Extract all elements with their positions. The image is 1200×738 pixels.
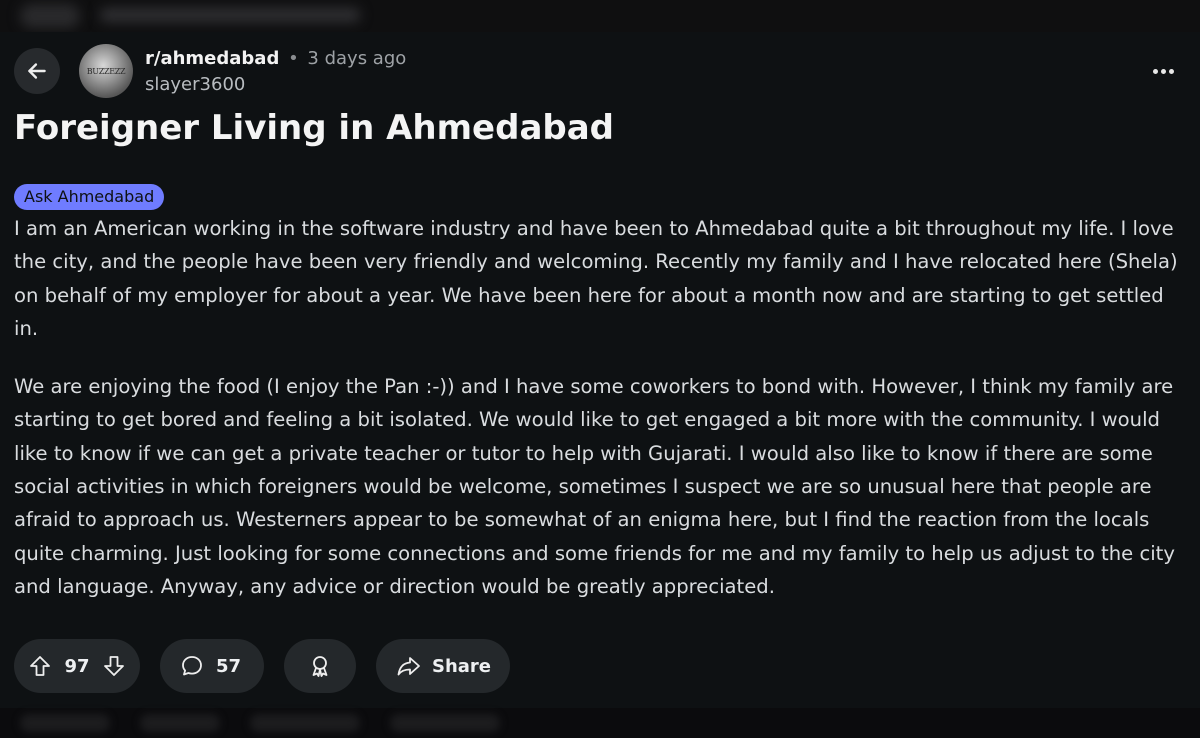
avatar-label: BUZZEZZ [86,66,126,76]
subreddit-link[interactable]: r/ahmedabad [145,48,279,69]
more-options-button[interactable] [1142,56,1184,86]
share-label: Share [432,655,492,677]
vote-control: 97 [14,639,140,693]
award-button[interactable] [284,639,356,693]
post-time: 3 days ago [307,48,407,69]
post-actions: 97 57 Share [14,639,510,693]
arrow-left-icon [24,58,50,84]
post-title: Foreigner Living in Ahmedabad [14,108,615,148]
body-paragraph: We are enjoying the food (I enjoy the Pa… [14,375,1175,598]
share-button[interactable]: Share [376,639,510,693]
blurred-element [20,4,80,28]
blurred-bottom-bar [0,708,1200,738]
comments-button[interactable]: 57 [160,639,264,693]
comment-bubble-icon [180,654,204,678]
post-flair[interactable]: Ask Ahmedabad [14,184,165,210]
body-paragraph: I am an American working in the software… [14,217,1178,340]
blurred-top-bar [0,0,1200,32]
vote-count: 97 [64,655,90,677]
subreddit-avatar[interactable]: BUZZEZZ [79,44,133,98]
post-body: I am an American working in the software… [14,212,1186,628]
post-meta: r/ahmedabad • 3 days ago [145,48,406,69]
meta-separator: • [288,48,299,69]
downvote-button[interactable] [102,654,126,678]
share-arrow-icon [396,654,422,678]
award-icon [308,654,332,678]
blurred-element [100,8,360,22]
upvote-button[interactable] [28,654,52,678]
arrow-up-icon [30,656,50,676]
more-horizontal-icon [1152,68,1158,74]
arrow-down-icon [104,656,124,676]
post-container: BUZZEZZ r/ahmedabad • 3 days ago slayer3… [0,32,1200,708]
comment-count: 57 [216,655,242,677]
back-button[interactable] [14,48,60,94]
author-link[interactable]: slayer3600 [145,74,245,95]
